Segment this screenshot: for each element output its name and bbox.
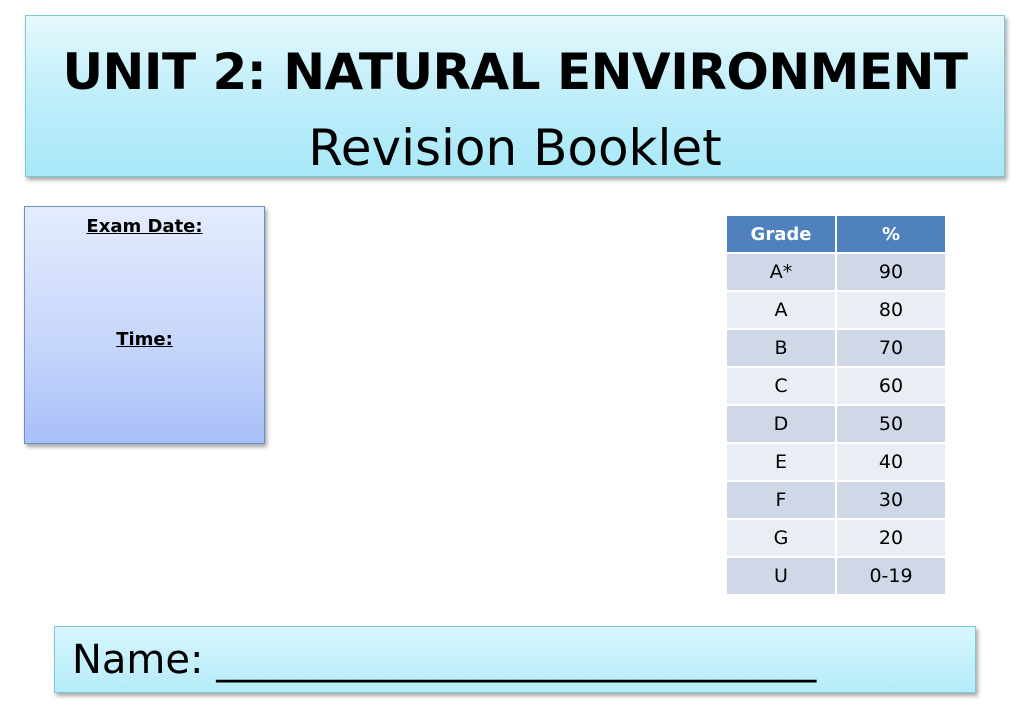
title-banner: UNIT 2: NATURAL ENVIRONMENT Revision Boo… — [25, 15, 1005, 177]
table-row: A 80 — [725, 290, 947, 330]
grade-boundaries-table: Grade % A* 90 A 80 B 70 C 60 D 50 E 40 F — [725, 214, 947, 596]
grade-column-header: Grade — [725, 214, 837, 254]
percent-cell: 80 — [835, 290, 947, 330]
percent-cell: 20 — [835, 518, 947, 558]
percent-cell: 60 — [835, 366, 947, 406]
exam-info-box: Exam Date: Time: — [24, 206, 265, 444]
table-row: G 20 — [725, 518, 947, 558]
grade-cell: B — [725, 328, 837, 368]
grade-cell: G — [725, 518, 837, 558]
percent-cell: 40 — [835, 442, 947, 482]
table-row: F 30 — [725, 480, 947, 520]
page-title: UNIT 2: NATURAL ENVIRONMENT — [62, 43, 968, 101]
page-subtitle: Revision Booklet — [308, 119, 722, 177]
percent-cell: 0-19 — [835, 556, 947, 596]
percent-column-header: % — [835, 214, 947, 254]
percent-cell: 50 — [835, 404, 947, 444]
percent-cell: 70 — [835, 328, 947, 368]
table-row: B 70 — [725, 328, 947, 368]
table-row: D 50 — [725, 404, 947, 444]
grade-cell: C — [725, 366, 837, 406]
table-row: C 60 — [725, 366, 947, 406]
exam-date-label: Exam Date: — [86, 216, 203, 237]
grade-cell: A* — [725, 252, 837, 292]
percent-cell: 90 — [835, 252, 947, 292]
table-row: E 40 — [725, 442, 947, 482]
table-row: A* 90 — [725, 252, 947, 292]
percent-cell: 30 — [835, 480, 947, 520]
grade-cell: D — [725, 404, 837, 444]
table-row: U 0-19 — [725, 556, 947, 596]
grade-cell: F — [725, 480, 837, 520]
grade-cell: U — [725, 556, 837, 596]
grade-cell: E — [725, 442, 837, 482]
grade-cell: A — [725, 290, 837, 330]
name-field: Name: ______________________________ — [72, 637, 817, 683]
name-field-box: Name: ______________________________ — [54, 626, 976, 693]
table-header-row: Grade % — [725, 214, 947, 254]
exam-time-label: Time: — [116, 329, 173, 350]
